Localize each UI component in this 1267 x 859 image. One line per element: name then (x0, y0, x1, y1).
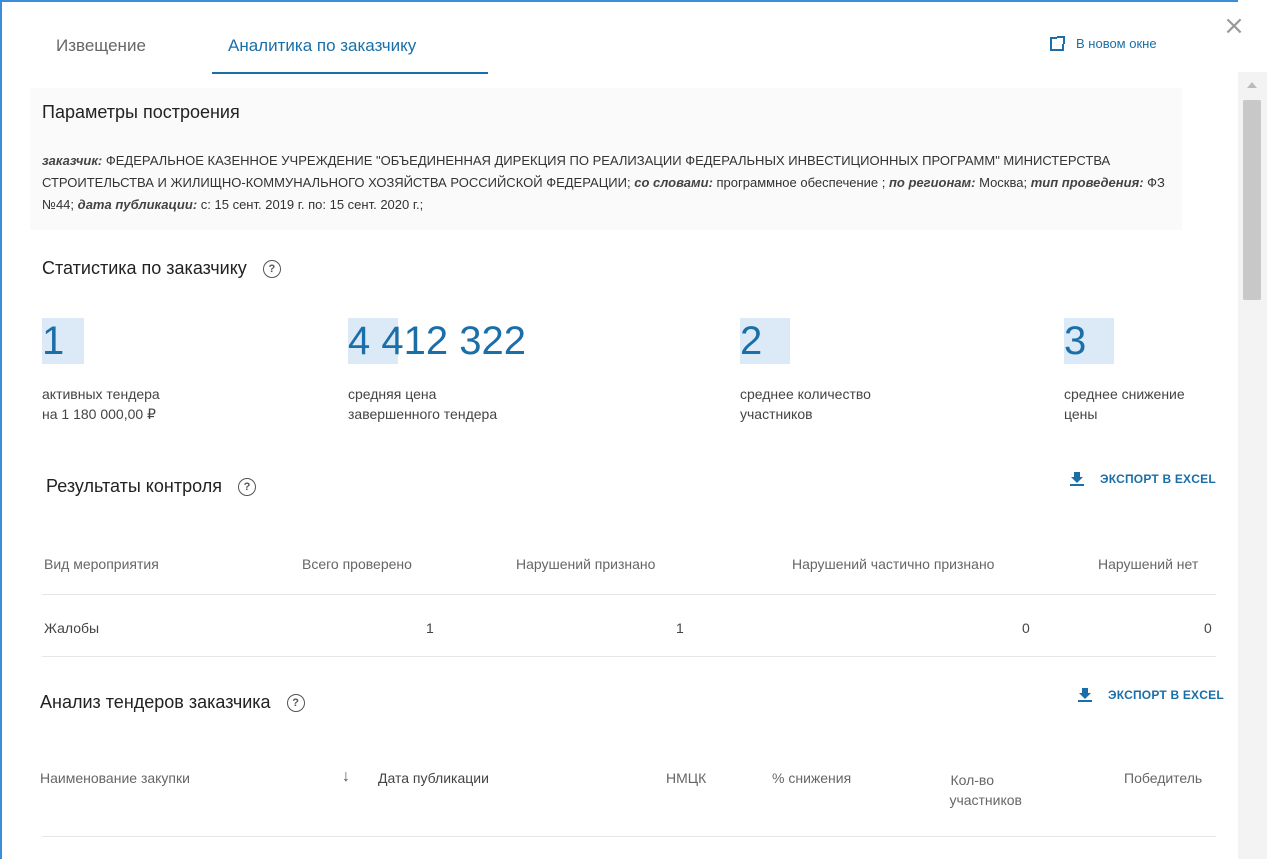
export-label: ЭКСПОРТ В EXCEL (1100, 472, 1216, 486)
active-tab-indicator (212, 72, 488, 74)
table-divider (42, 594, 1216, 595)
stat-value: 2 (740, 318, 871, 364)
column-header-checked[interactable]: Всего проверено (302, 556, 412, 572)
words-value: программное обеспечение ; (712, 175, 886, 190)
open-new-window-button[interactable]: В новом окне (1050, 35, 1157, 51)
scrollbar-thumb[interactable] (1243, 100, 1261, 300)
params-title: Параметры построения (42, 102, 240, 122)
stat-value: 4 412 322 (348, 318, 526, 364)
stat-active-tenders: 1 активных тендера на 1 180 000,00 ₽ (42, 318, 160, 424)
cell-checked: 1 (426, 620, 434, 636)
stat-label: средняя цена завершенного тендера (348, 386, 498, 422)
date-label: дата публикации: (77, 197, 198, 212)
export-label: ЭКСПОРТ В EXCEL (1108, 688, 1224, 702)
cell-violations: 1 (676, 620, 684, 636)
cell-partial: 0 (1022, 620, 1030, 636)
analysis-title-text: Анализ тендеров заказчика (40, 692, 271, 712)
tab-analytics[interactable]: Аналитика по заказчику (228, 36, 416, 56)
column-header-winner[interactable]: Победитель (1124, 770, 1202, 786)
column-header-none[interactable]: Нарушений нет (1098, 556, 1198, 572)
column-header-nmck[interactable]: НМЦК (666, 770, 706, 786)
stat-label: активных тендера на 1 180 000,00 ₽ (42, 386, 160, 422)
stats-title-text: Статистика по заказчику (42, 258, 247, 278)
stat-value: 3 (1064, 318, 1185, 364)
help-icon[interactable]: ? (286, 694, 305, 713)
tab-notice[interactable]: Извещение (56, 36, 146, 56)
sort-down-icon[interactable]: ↓ (342, 768, 350, 786)
column-header-violations[interactable]: Нарушений признано (516, 556, 655, 572)
column-header-name[interactable]: Наименование закупки (40, 770, 190, 786)
export-excel-button[interactable]: ЭКСПОРТ В EXCEL (1070, 472, 1216, 486)
stat-average-price: 4 412 322 средняя цена завершенного тенде… (348, 318, 526, 424)
column-header-type[interactable]: Вид мероприятия (44, 556, 159, 572)
control-title: Результаты контроля? (46, 476, 256, 497)
cell-none: 0 (1204, 620, 1212, 636)
export-excel-button[interactable]: ЭКСПОРТ В EXCEL (1078, 688, 1224, 702)
tab-bar: Извещение Аналитика по заказчику В новом… (2, 2, 1238, 78)
date-value: с: 15 сент. 2019 г. по: 15 сент. 2020 г.… (197, 197, 424, 212)
column-header-date[interactable]: Дата публикации (378, 770, 489, 786)
help-icon[interactable]: ? (262, 260, 281, 279)
column-header-partial[interactable]: Нарушений частично признано (792, 556, 994, 572)
regions-value: Москва; (975, 175, 1028, 190)
scroll-up-icon[interactable] (1247, 82, 1257, 88)
analysis-title: Анализ тендеров заказчика? (40, 692, 305, 713)
customer-label: заказчик: (42, 153, 103, 168)
stat-average-participants: 2 среднее количество участников (740, 318, 871, 424)
stat-label: среднее количество участников (740, 386, 871, 422)
type-label: тип проведения: (1030, 175, 1144, 190)
table-divider (42, 836, 1216, 837)
stat-label: среднее снижение цены (1064, 386, 1185, 422)
stats-title: Статистика по заказчику? (42, 258, 281, 279)
regions-label: по регионам: (888, 175, 976, 190)
close-icon[interactable]: × (1222, 13, 1246, 40)
help-icon[interactable]: ? (237, 478, 256, 497)
params-description: заказчик: ФЕДЕРАЛЬНОЕ КАЗЕННОЕ УЧРЕЖДЕНИ… (42, 150, 1192, 216)
external-link-icon (1050, 35, 1065, 51)
cell-type: Жалобы (44, 620, 100, 636)
open-new-window-label: В новом окне (1076, 36, 1157, 51)
download-icon (1078, 688, 1092, 702)
column-header-reduction[interactable]: % снижения (772, 770, 851, 786)
stat-value: 1 (42, 318, 160, 364)
table-divider (42, 656, 1216, 657)
download-icon (1070, 472, 1084, 486)
analytics-dialog: Извещение Аналитика по заказчику В новом… (0, 0, 1238, 859)
words-label: со словами: (634, 175, 713, 190)
control-title-text: Результаты контроля (46, 476, 222, 496)
stat-average-reduction: 3 среднее снижение цены (1064, 318, 1185, 424)
column-header-participants[interactable]: Кол-во участников (928, 770, 1022, 810)
